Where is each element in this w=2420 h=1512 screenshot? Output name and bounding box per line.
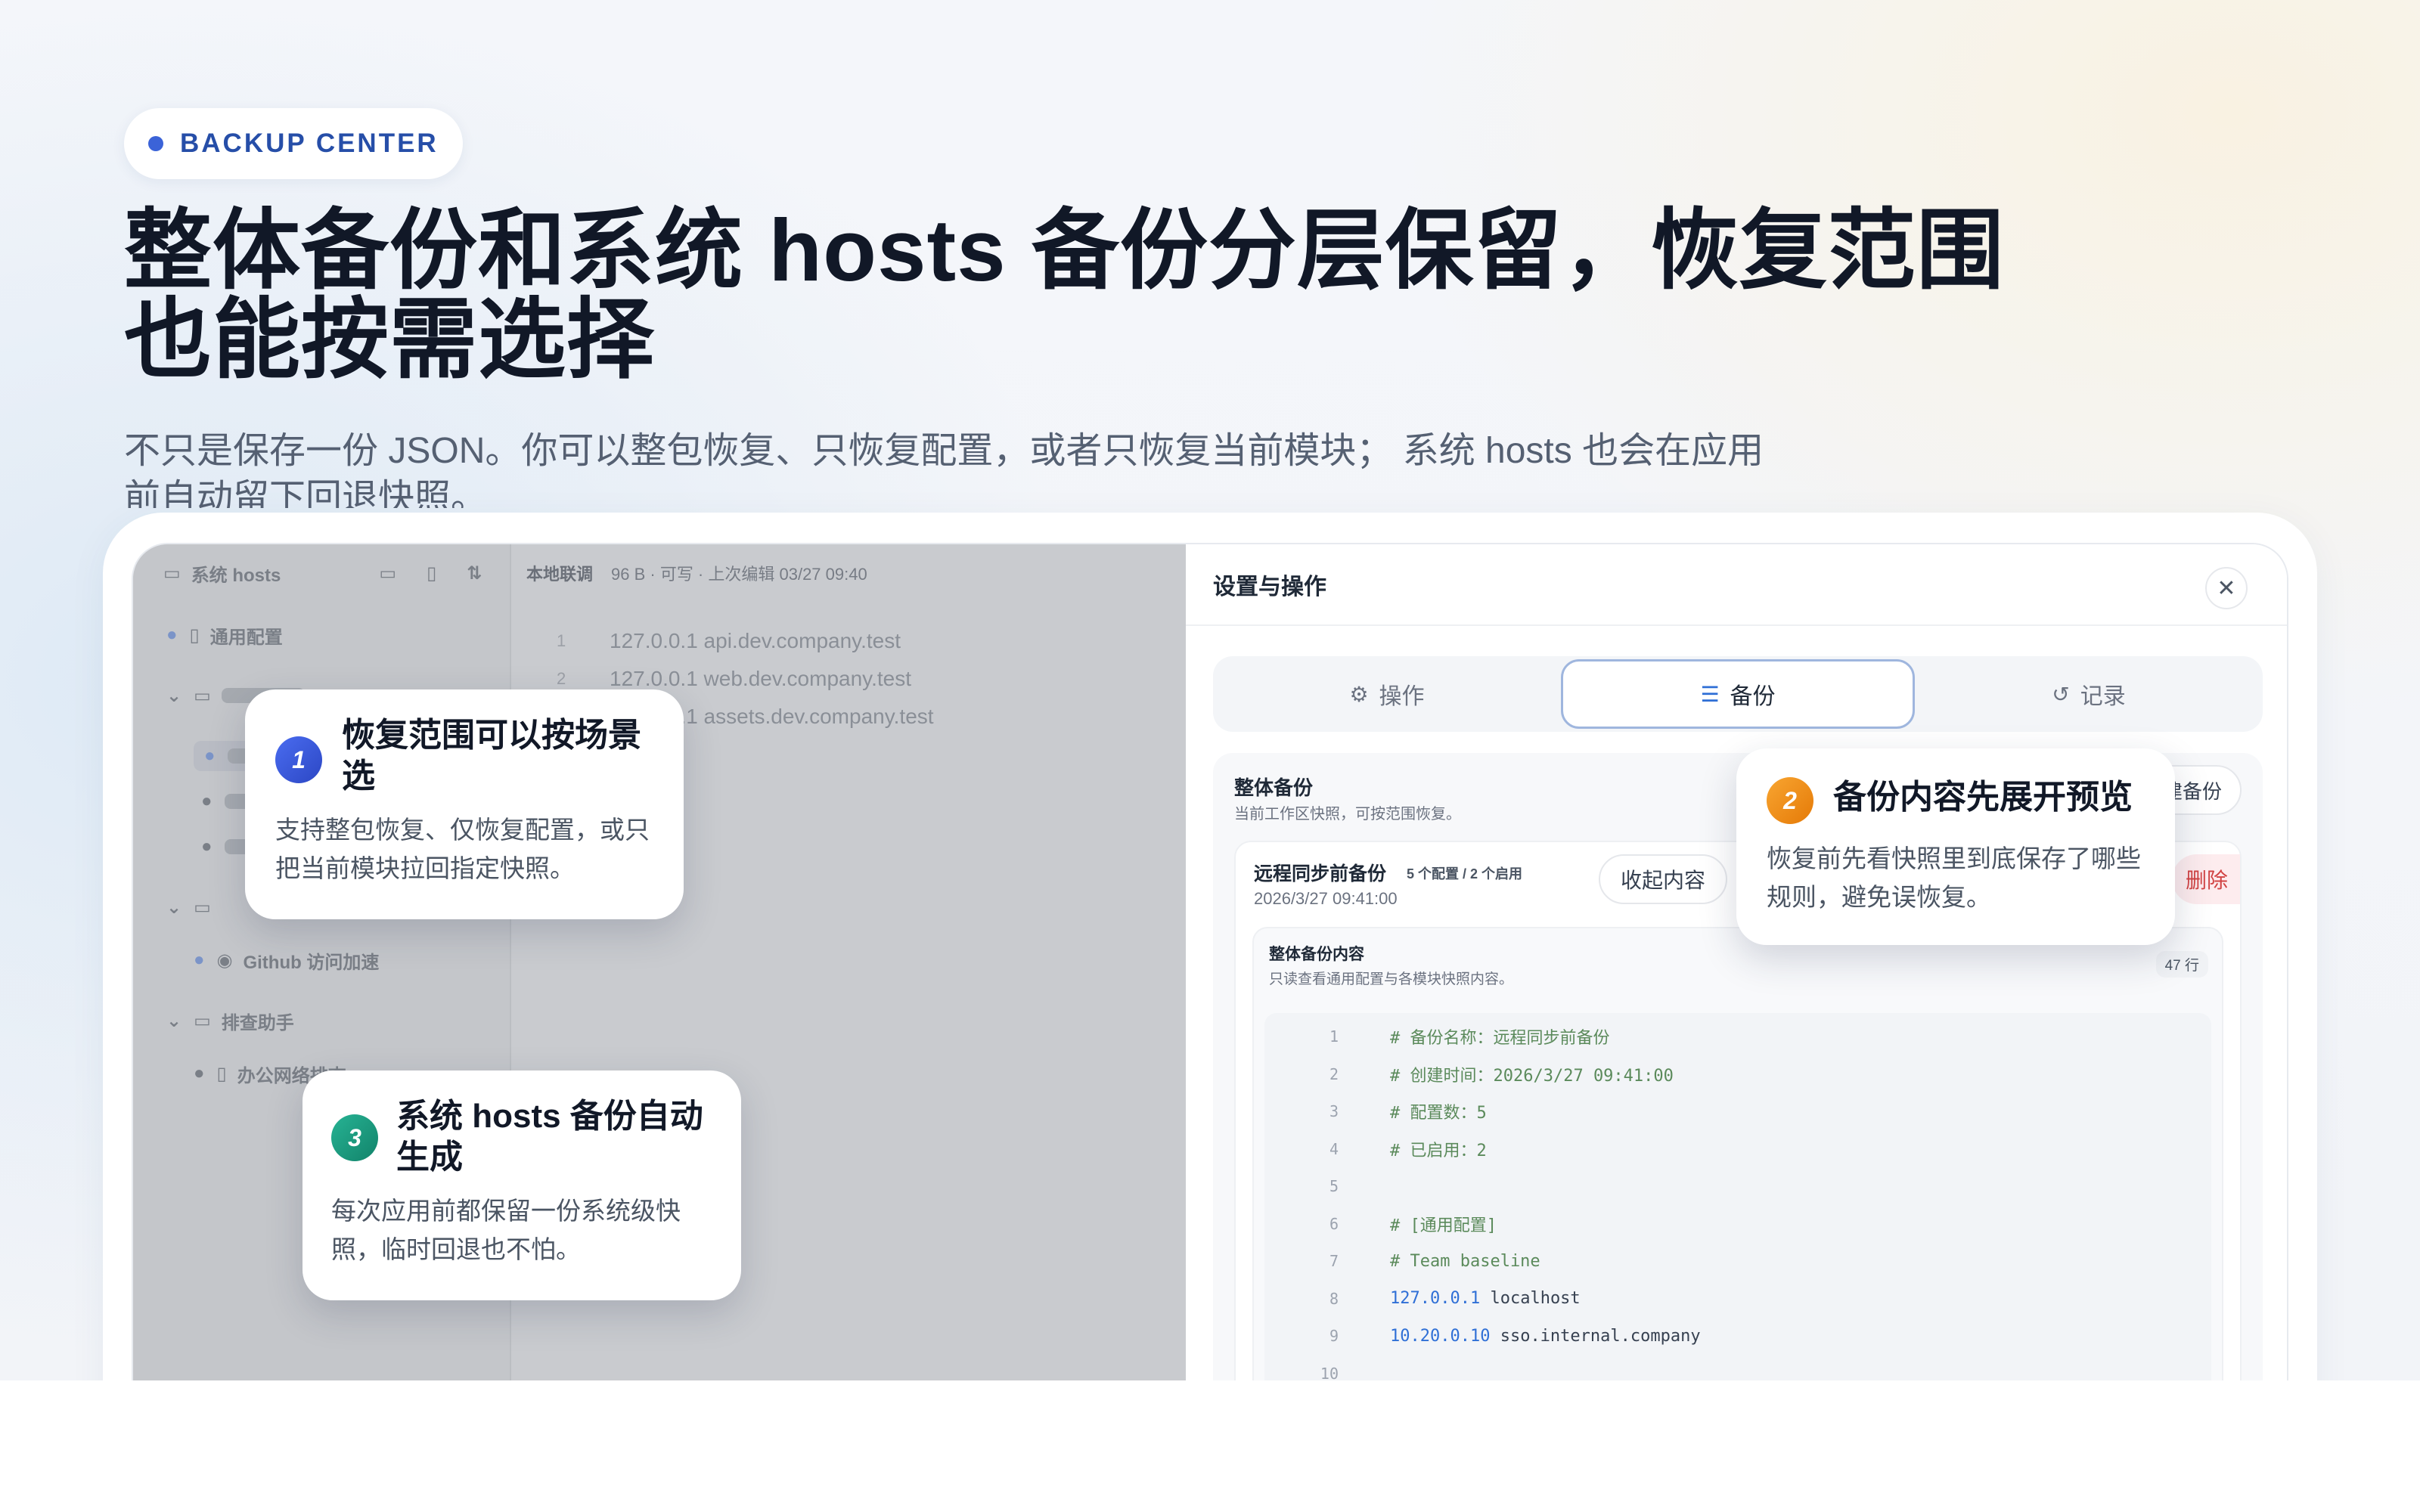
editor-title: 本地联调	[526, 565, 594, 584]
tab-label: 操作	[1379, 684, 1425, 709]
line-text: 10.20.0.10 sso.internal.company	[1390, 1327, 1701, 1346]
folder-icon[interactable]: ▭	[379, 562, 396, 584]
content-title: 整体备份内容	[1269, 946, 1364, 963]
hero-background: BACKUP CENTER 整体备份和系统 hosts 备份分层保留，恢复范围也…	[0, 0, 2420, 1380]
callout-desc: 恢复前先看快照里到底保存了哪些规则，避免误恢复。	[1767, 844, 2141, 911]
callout-number: 3	[331, 1114, 378, 1161]
code-line: 3 # 配置数：5	[1264, 1098, 1487, 1124]
callout-3: 3 系统 hosts 备份自动生成 每次应用前都保留一份系统级快照，临时回退也不…	[302, 1070, 741, 1300]
page-title: 整体备份和系统 hosts 备份分层保留，恢复范围也能按需选择	[124, 201, 2005, 389]
line-number: 3	[1329, 1102, 1339, 1120]
line-text: # [通用配置]	[1390, 1216, 1497, 1235]
callout-desc: 支持整包恢复、仅恢复配置，或只把当前模块拉回指定快照。	[275, 816, 650, 882]
code-line: 7 # Team baseline	[1264, 1248, 1540, 1274]
settings-drawer: 设置与操作 ✕ ⚙ 操作 ☰ 备份 ↺ 记录 整体备份 当前工作区快照，可按范围…	[1186, 544, 2287, 1380]
callout-title: 恢复范围可以按场景选	[342, 717, 641, 795]
line-number: 9	[1329, 1327, 1339, 1345]
button-label: 删除	[2185, 869, 2228, 892]
code-line: 2 # 创建时间：2026/3/27 09:41:00	[1264, 1061, 1674, 1087]
close-button[interactable]: ✕	[2205, 567, 2248, 609]
tab-operations[interactable]: ⚙ 操作	[1213, 656, 1561, 732]
sliders-icon: ⚙	[1349, 682, 1369, 706]
tab-label: 记录	[2080, 684, 2126, 709]
callout-title: 系统 hosts 备份自动生成	[396, 1098, 703, 1176]
page-subtitle: 不只是保存一份 JSON。你可以整包恢复、只恢复配置，或者只恢复当前模块； 系统…	[124, 431, 1764, 508]
tab-history[interactable]: ↺ 记录	[1915, 656, 2263, 732]
sidebar-item[interactable]: ● ◉ Github 访问加速	[194, 945, 379, 975]
line-number: 4	[1329, 1139, 1339, 1158]
code-line: 6 # [通用配置]	[1264, 1211, 1497, 1237]
callout-title: 备份内容先展开预览	[1833, 779, 2133, 816]
line-number: 8	[1329, 1289, 1339, 1308]
ip-address: 10.20.0.10	[1390, 1326, 1491, 1346]
callout-1: 1 恢复范围可以按场景选 支持整包恢复、仅恢复配置，或只把当前模块拉回指定快照。	[245, 689, 684, 919]
editor-meta: 96 B · 可写 · 上次编辑 03/27 09:40	[611, 565, 867, 584]
button-label: 收起内容	[1620, 869, 1705, 892]
sidebar-item[interactable]: ● ▯ 通用配置	[166, 620, 283, 650]
sort-icon[interactable]: ⇅	[467, 562, 482, 584]
line-number: 5	[1329, 1177, 1339, 1195]
callout-number: 2	[1767, 777, 1813, 824]
backup-content: 整体备份内容 只读查看通用配置与各模块快照内容。 47 行 1 # 备份名称：远程…	[1252, 927, 2223, 1380]
collapse-button[interactable]: 收起内容	[1599, 854, 1727, 904]
editor-line: 2 127.0.0.1 web.dev.company.test	[557, 667, 911, 690]
drawer-header: 设置与操作	[1186, 544, 2287, 626]
sidebar-group[interactable]: ⌄ ▭	[166, 892, 222, 922]
line-text: # 配置数：5	[1390, 1104, 1487, 1123]
line-text: # 备份名称：远程同步前备份	[1390, 1029, 1610, 1048]
line-number: 2	[1329, 1064, 1339, 1083]
tab-backup[interactable]: ☰ 备份	[1561, 659, 1915, 729]
history-icon: ↺	[2052, 682, 2070, 706]
line-text: # 创建时间：2026/3/27 09:41:00	[1390, 1066, 1674, 1086]
callout-2: 2 备份内容先展开预览 恢复前先看快照里到底保存了哪些规则，避免误恢复。	[1736, 748, 2175, 945]
tab-label: 备份	[1730, 684, 1776, 709]
hostname: sso.internal.company	[1500, 1326, 1701, 1346]
tab-bar: ⚙ 操作 ☰ 备份 ↺ 记录	[1213, 656, 2263, 732]
callout-number: 1	[275, 736, 322, 783]
line-number: 6	[1329, 1214, 1339, 1233]
close-icon: ✕	[2217, 575, 2236, 601]
sidebar-title: 系统 hosts	[191, 565, 281, 586]
monitor-icon: ▭	[163, 562, 181, 584]
drawer-title: 设置与操作	[1213, 575, 1326, 600]
code-line: 8 127.0.0.1 localhost	[1264, 1286, 1581, 1312]
content-desc: 只读查看通用配置与各模块快照内容。	[1269, 971, 1514, 987]
sidebar-item-label: Github 访问加速	[243, 952, 380, 973]
section-title: 整体备份	[1234, 776, 1314, 799]
line-count-badge: 47 行	[2155, 951, 2208, 978]
delete-button[interactable]: 删除	[2172, 854, 2240, 904]
code-line: 5	[1264, 1173, 1390, 1199]
section-badge: BACKUP CENTER	[124, 108, 463, 179]
line-text: 127.0.0.1 localhost	[1390, 1289, 1581, 1308]
callout-desc: 每次应用前都保留一份系统级快照，临时回退也不怕。	[331, 1197, 681, 1263]
code-line: 10	[1264, 1361, 1390, 1381]
line-number: 10	[1320, 1364, 1339, 1381]
line-text: # Team baseline	[1390, 1251, 1540, 1271]
line-number: 7	[1329, 1252, 1339, 1270]
badge-dot	[148, 136, 163, 151]
sidebar-group[interactable]: ⌄ ▭ 排查助手	[166, 1005, 294, 1036]
ip-address: 127.0.0.1	[1390, 1289, 1481, 1308]
code-viewer[interactable]: 1 # 备份名称：远程同步前备份 2 # 创建时间：2026/3/27 09:41:0…	[1264, 1013, 2211, 1380]
code-line: 9 10.20.0.10 sso.internal.company	[1264, 1323, 1701, 1349]
section-desc: 当前工作区快照，可按范围恢复。	[1234, 806, 1461, 823]
line-text: # 已启用：2	[1390, 1141, 1487, 1160]
code-line: 4 # 已启用：2	[1264, 1136, 1487, 1162]
sidebar-header[interactable]: ▭ 系统 hosts ▭ ▯ ⇅	[163, 558, 482, 588]
sidebar-item-label: 排查助手	[221, 1012, 294, 1033]
editor-line: 1 127.0.0.1 api.dev.company.test	[557, 629, 901, 652]
backup-tag: 5 个配置 / 2 个启用	[1407, 866, 1523, 881]
editor-header: 本地联调 96 B · 可写 · 上次编辑 03/27 09:40	[526, 558, 867, 588]
badge-label: BACKUP CENTER	[180, 129, 439, 158]
file-icon[interactable]: ▯	[427, 562, 436, 584]
backup-name: 远程同步前备份	[1254, 863, 1387, 885]
backup-time: 2026/3/27 09:41:00	[1254, 889, 1398, 908]
code-line: 1 # 备份名称：远程同步前备份	[1264, 1024, 1610, 1049]
database-icon: ☰	[1700, 682, 1720, 706]
sidebar-item-label: 通用配置	[209, 627, 283, 648]
hostname: localhost	[1490, 1289, 1581, 1308]
line-number: 1	[1329, 1027, 1339, 1046]
